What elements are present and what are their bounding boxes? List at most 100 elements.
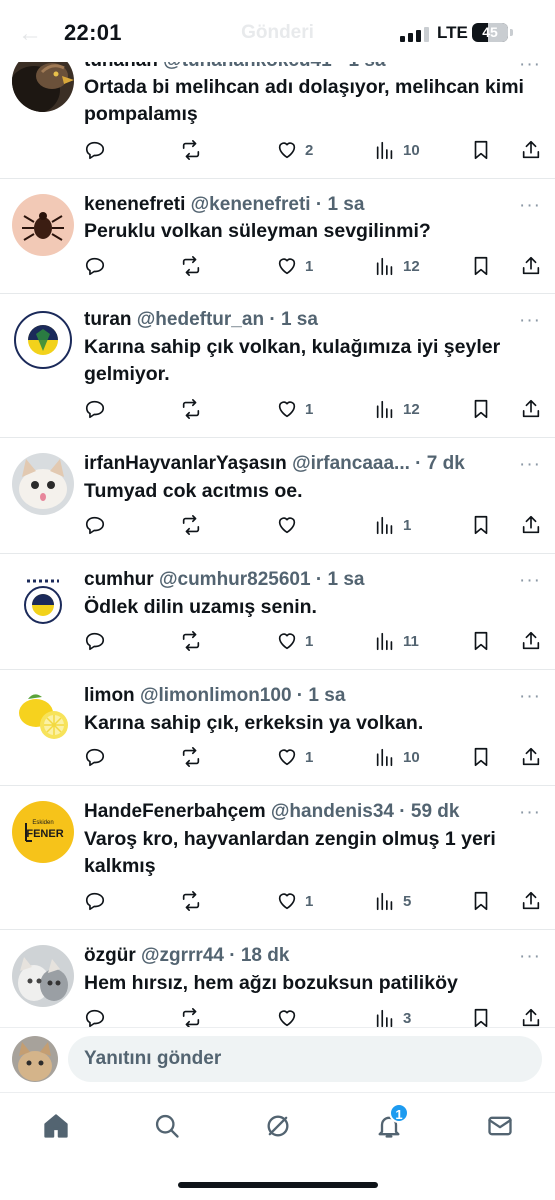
cat-avatar[interactable] xyxy=(12,453,74,515)
share-button[interactable] xyxy=(520,889,542,913)
tab-home[interactable] xyxy=(36,1109,76,1143)
author-name[interactable]: turan xyxy=(84,309,132,330)
reply-button[interactable] xyxy=(84,745,113,769)
tab-messages[interactable] xyxy=(480,1109,520,1143)
share-button[interactable] xyxy=(520,1006,542,1027)
more-options-icon[interactable]: ··· xyxy=(519,571,541,590)
cat-profile-avatar[interactable] xyxy=(12,1036,58,1082)
author-handle[interactable]: @kenenefreti xyxy=(191,194,311,215)
more-options-icon[interactable]: ··· xyxy=(519,687,541,706)
more-options-icon[interactable]: ··· xyxy=(519,947,541,966)
tab-notifications[interactable]: 1 xyxy=(369,1103,409,1143)
views-button[interactable]: 12 xyxy=(374,254,420,278)
share-button[interactable] xyxy=(520,629,542,653)
repost-button[interactable] xyxy=(180,397,209,421)
timestamp[interactable]: 59 dk xyxy=(411,801,460,822)
like-button[interactable]: 1 xyxy=(276,745,313,769)
tweet[interactable]: özgür @zgrrr44 · 18 dk ··· Hem hırsız, h… xyxy=(0,930,555,1027)
reply-button[interactable] xyxy=(84,1006,113,1027)
tab-search[interactable] xyxy=(147,1109,187,1143)
views-button[interactable]: 3 xyxy=(374,1006,411,1027)
tweet[interactable]: limon @limonlimon100 · 1 sa ··· Karına s… xyxy=(0,670,555,786)
bookmark-button[interactable] xyxy=(470,397,492,421)
tweet[interactable]: cumhur @cumhur825601 · 1 sa ··· Ödlek di… xyxy=(0,554,555,670)
like-button[interactable] xyxy=(276,1006,305,1027)
author-handle[interactable]: @hedeftur_an xyxy=(137,309,264,330)
reply-button[interactable] xyxy=(84,397,113,421)
views-button[interactable]: 10 xyxy=(374,745,420,769)
author-name[interactable]: cumhur xyxy=(84,569,154,590)
share-button[interactable] xyxy=(520,513,542,537)
tab-grok[interactable] xyxy=(258,1109,298,1143)
reply-button[interactable] xyxy=(84,629,113,653)
like-button[interactable]: 1 xyxy=(276,254,313,278)
like-button[interactable]: 1 xyxy=(276,889,313,913)
author-handle[interactable]: @handenis34 xyxy=(271,801,394,822)
like-button[interactable] xyxy=(276,513,305,537)
fener-logo-avatar[interactable]: Eskiden FENER xyxy=(12,801,74,863)
bookmark-button[interactable] xyxy=(470,889,492,913)
repost-button[interactable] xyxy=(180,138,209,162)
repost-button[interactable] xyxy=(180,1006,209,1027)
views-button[interactable]: 10 xyxy=(374,138,420,162)
author-name[interactable]: irfanHayvanlarYaşasın xyxy=(84,453,287,474)
bookmark-button[interactable] xyxy=(470,745,492,769)
author-name[interactable]: özgür xyxy=(84,945,136,966)
bookmark-button[interactable] xyxy=(470,1006,492,1027)
like-button[interactable]: 1 xyxy=(276,397,313,421)
reply-button[interactable] xyxy=(84,889,113,913)
like-button[interactable]: 2 xyxy=(276,138,313,162)
bookmark-button[interactable] xyxy=(470,254,492,278)
reply-button[interactable] xyxy=(84,254,113,278)
like-button[interactable]: 1 xyxy=(276,629,313,653)
more-options-icon[interactable]: ··· xyxy=(519,196,541,215)
fenerbahce-crest-avatar[interactable] xyxy=(12,309,74,371)
more-options-icon[interactable]: ··· xyxy=(519,803,541,822)
timestamp[interactable]: 18 dk xyxy=(241,945,290,966)
author-handle[interactable]: @irfancaaa... xyxy=(292,453,410,474)
share-button[interactable] xyxy=(520,745,542,769)
repost-button[interactable] xyxy=(180,889,209,913)
reply-button[interactable] xyxy=(84,138,113,162)
share-button[interactable] xyxy=(520,397,542,421)
fenerbahce-stars-avatar[interactable] xyxy=(12,569,74,631)
views-button[interactable]: 1 xyxy=(374,513,411,537)
author-name[interactable]: HandeFenerbahçem xyxy=(84,801,266,822)
more-options-icon[interactable]: ··· xyxy=(519,455,541,474)
tweet[interactable]: Eskiden FENER HandeFenerbahçem @handenis3… xyxy=(0,786,555,930)
more-options-icon[interactable]: ··· xyxy=(519,311,541,330)
share-button[interactable] xyxy=(520,138,542,162)
timestamp[interactable]: 1 sa xyxy=(281,309,318,330)
share-icon xyxy=(522,515,540,534)
lemon-avatar[interactable] xyxy=(12,685,74,747)
kittens-avatar[interactable] xyxy=(12,945,74,1007)
reply-input[interactable] xyxy=(68,1036,542,1082)
bookmark-button[interactable] xyxy=(470,138,492,162)
timestamp[interactable]: 1 sa xyxy=(327,194,364,215)
reply-button[interactable] xyxy=(84,513,113,537)
views-button[interactable]: 11 xyxy=(374,629,419,653)
repost-button[interactable] xyxy=(180,513,209,537)
tweet[interactable]: irfanHayvanlarYaşasın @irfancaaa... · 7 … xyxy=(0,438,555,554)
author-name[interactable]: limon xyxy=(84,685,135,706)
author-handle[interactable]: @cumhur825601 xyxy=(159,569,311,590)
repost-button[interactable] xyxy=(180,745,209,769)
repost-button[interactable] xyxy=(180,254,209,278)
timestamp[interactable]: 7 dk xyxy=(427,453,465,474)
share-button[interactable] xyxy=(520,254,542,278)
bookmark-button[interactable] xyxy=(470,629,492,653)
views-button[interactable]: 5 xyxy=(374,889,411,913)
author-name[interactable]: kenenefreti xyxy=(84,194,185,215)
tweet[interactable]: kenenefreti @kenenefreti · 1 sa ··· Peru… xyxy=(0,179,555,294)
tweet[interactable]: turan @hedeftur_an · 1 sa ··· Karına sah… xyxy=(0,294,555,438)
author-handle[interactable]: @zgrrr44 xyxy=(141,945,224,966)
repost-button[interactable] xyxy=(180,629,209,653)
timestamp[interactable]: 1 sa xyxy=(308,685,345,706)
mail-icon xyxy=(488,1116,512,1136)
views-button[interactable]: 12 xyxy=(374,397,420,421)
tick-avatar[interactable] xyxy=(12,194,74,256)
timestamp[interactable]: 1 sa xyxy=(327,569,364,590)
reply-feed[interactable]: tunahan @tunahankokcu41 · 1 sa ··· Ortad… xyxy=(0,0,555,1027)
author-handle[interactable]: @limonlimon100 xyxy=(140,685,292,706)
bookmark-button[interactable] xyxy=(470,513,492,537)
